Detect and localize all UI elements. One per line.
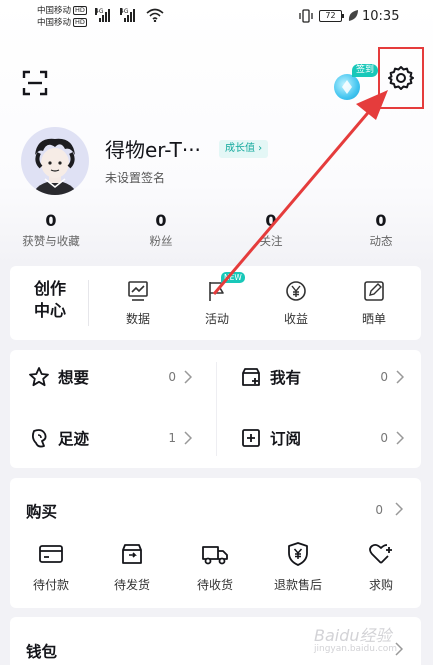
order-pending-payment[interactable]: 待付款 <box>16 540 86 593</box>
signature[interactable]: 未设置签名 <box>105 169 165 186</box>
order-wanted[interactable]: 求购 <box>346 540 416 593</box>
checkin-button[interactable]: 签到 <box>334 64 380 100</box>
signal-icon-2: 4G <box>120 8 135 22</box>
subscribe-row[interactable]: 订阅 0 <box>222 412 412 464</box>
settings-button[interactable] <box>378 47 424 109</box>
stat-label: 关注 <box>259 234 283 248</box>
stat-value: 0 <box>375 211 387 230</box>
stat-likes[interactable]: 0 获赞与收藏 <box>6 210 96 250</box>
order-label: 待收货 <box>196 578 233 592</box>
flag-icon <box>209 282 224 301</box>
creation-item-label: 晒单 <box>361 312 386 326</box>
heart-plus-icon <box>369 543 392 564</box>
chevron-right-icon <box>396 370 404 384</box>
order-label: 退款售后 <box>273 578 322 592</box>
growth-value-button[interactable]: 成长值 › <box>219 140 269 158</box>
avatar-image <box>33 138 77 195</box>
truck-icon <box>202 546 228 565</box>
new-badge: NEW <box>221 272 245 283</box>
status-bar: 中国移动 HD 中国移动 HD 4G 4G 72 10:35 <box>0 0 433 34</box>
divider <box>88 280 89 326</box>
carrier-2: 中国移动 HD <box>37 18 87 28</box>
collections-card: 想要 0 我有 0 足迹 1 订阅 0 <box>10 350 421 468</box>
column-divider <box>216 362 217 456</box>
creation-item-label: 收益 <box>283 312 308 326</box>
order-pending-shipment[interactable]: 待发货 <box>97 540 167 593</box>
chevron-right-icon <box>184 431 192 445</box>
stat-posts[interactable]: 0 动态 <box>336 210 426 250</box>
checkin-badge: 签到 <box>352 64 379 77</box>
carrier-1: 中国移动 HD <box>37 6 87 16</box>
diamond-icon <box>334 74 360 100</box>
title-line-1: 创作 <box>33 279 66 298</box>
gear-icon <box>388 66 414 90</box>
creation-center-title[interactable]: 创作 中心 <box>30 278 70 322</box>
stat-label: 粉丝 <box>149 234 173 248</box>
card-icon <box>39 545 63 563</box>
vibrate-icon <box>299 9 313 23</box>
purchase-card: 购买 0 待付款 待发货 待收货 退款售后 求购 <box>10 478 421 608</box>
stat-fans[interactable]: 0 粉丝 <box>116 210 206 250</box>
chevron-right-icon <box>184 370 192 384</box>
stats-row: 0 获赞与收藏 0 粉丝 0 关注 0 动态 <box>0 210 433 254</box>
creation-item-earnings[interactable]: 收益 <box>266 278 326 327</box>
order-label: 待付款 <box>32 578 69 592</box>
shield-yuan-icon <box>288 542 308 566</box>
wifi-icon <box>146 8 164 22</box>
chart-icon <box>128 281 148 301</box>
want-row[interactable]: 想要 0 <box>10 351 200 403</box>
creation-item-data[interactable]: 数据 <box>108 278 168 327</box>
order-label: 求购 <box>368 578 393 592</box>
creation-item-showoff[interactable]: 晒单 <box>344 278 404 327</box>
stat-value: 0 <box>45 211 57 230</box>
yuan-icon <box>286 281 306 301</box>
creation-item-activity[interactable]: 活动 NEW <box>187 272 247 327</box>
creation-item-label: 数据 <box>125 312 150 326</box>
box-plus-icon <box>242 368 260 386</box>
clock: 10:35 <box>362 9 400 24</box>
plus-square-icon <box>242 429 260 447</box>
purchase-count: 0 <box>375 503 383 517</box>
subscribe-label: 订阅 <box>270 430 302 448</box>
scan-button[interactable] <box>22 70 48 96</box>
subscribe-count: 0 <box>380 431 388 445</box>
order-refund[interactable]: 退款售后 <box>263 540 333 593</box>
signal-icon: 4G <box>95 8 110 22</box>
watermark-text: Baidu经验 <box>314 626 392 645</box>
stat-value: 0 <box>155 211 167 230</box>
have-row[interactable]: 我有 0 <box>222 351 412 403</box>
wallet-title: 钱包 <box>26 643 58 661</box>
chevron-right-icon <box>396 431 404 445</box>
order-pending-receipt[interactable]: 待收货 <box>180 540 250 593</box>
creation-item-label: 活动 <box>204 312 229 326</box>
have-label: 我有 <box>270 369 302 387</box>
footprint-row[interactable]: 足迹 1 <box>10 412 200 464</box>
battery-icon: 72 <box>319 10 344 22</box>
watermark: Baidu经验 jingyan.baidu.com <box>314 622 397 654</box>
stat-label: 动态 <box>369 234 393 248</box>
username[interactable]: 得物er-T··· <box>105 134 201 163</box>
footprint-count: 1 <box>168 431 176 445</box>
creation-center-card: 创作 中心 数据 活动 NEW 收益 晒单 <box>10 266 421 340</box>
want-count: 0 <box>168 370 176 384</box>
star-icon <box>29 367 49 387</box>
have-count: 0 <box>380 370 388 384</box>
chevron-right-icon[interactable] <box>395 502 403 516</box>
edit-icon <box>364 281 384 301</box>
box-icon <box>122 544 142 564</box>
title-line-2: 中心 <box>33 301 66 320</box>
avatar[interactable] <box>21 127 89 195</box>
footprint-label: 足迹 <box>58 430 90 448</box>
stat-following[interactable]: 0 关注 <box>226 210 316 250</box>
want-label: 想要 <box>58 369 90 387</box>
footprint-icon <box>31 429 47 448</box>
leaf-icon <box>348 10 358 21</box>
stat-label: 获赞与收藏 <box>22 234 80 248</box>
watermark-subtext: jingyan.baidu.com <box>314 644 398 654</box>
order-label: 待发货 <box>113 578 150 592</box>
stat-value: 0 <box>265 211 277 230</box>
purchase-title[interactable]: 购买 <box>26 500 57 522</box>
